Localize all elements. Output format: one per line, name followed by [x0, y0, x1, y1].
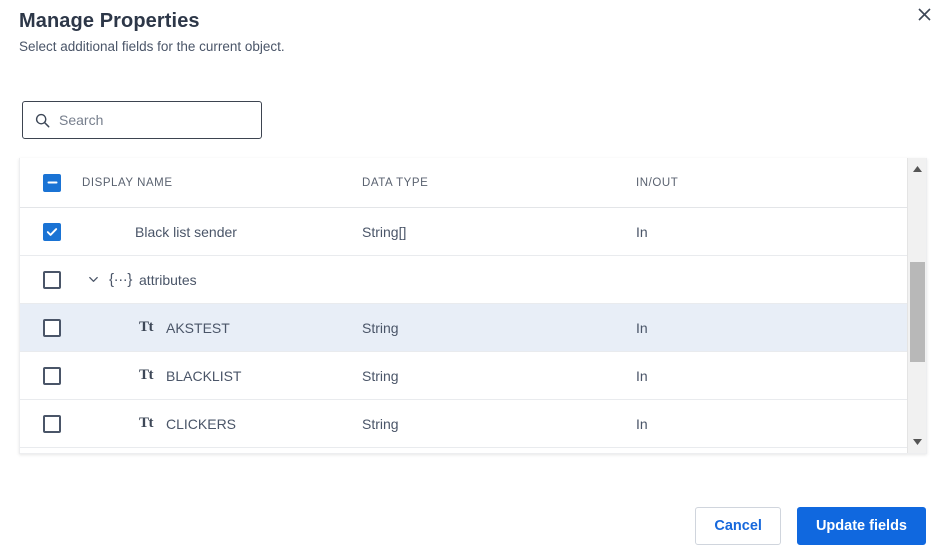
table-body: DISPLAY NAME DATA TYPE IN/OUT Black list… — [20, 158, 908, 453]
row-display-name: Tt CLICKERS — [82, 415, 362, 432]
text-type-icon: Tt — [139, 367, 154, 383]
search-box[interactable] — [22, 101, 262, 139]
row-checkbox[interactable] — [43, 270, 61, 289]
dialog-subtitle: Select additional fields for the current… — [19, 39, 285, 54]
cancel-button[interactable]: Cancel — [695, 507, 781, 545]
row-display-name: Black list sender — [82, 224, 362, 240]
table-row[interactable]: Tt AKSTEST String In — [20, 304, 908, 352]
row-checkbox[interactable] — [43, 366, 61, 385]
text-type-icon: Tt — [139, 319, 154, 335]
table-row-group[interactable]: {···} attributes — [20, 256, 908, 304]
search-input[interactable] — [59, 109, 261, 131]
row-checkbox-cell[interactable] — [20, 270, 82, 289]
row-checkbox[interactable] — [43, 318, 61, 337]
close-dialog-button[interactable] — [909, 0, 939, 28]
row-checkbox-cell[interactable] — [20, 414, 82, 433]
row-data-type: String — [362, 319, 399, 336]
row-in-out: In — [636, 367, 648, 384]
table-scrollbar[interactable] — [907, 158, 926, 453]
row-display-name: Tt AKSTEST — [82, 319, 362, 336]
table-header-row: DISPLAY NAME DATA TYPE IN/OUT — [20, 158, 908, 208]
scrollbar-thumb[interactable] — [910, 262, 925, 362]
update-fields-button[interactable]: Update fields — [796, 507, 926, 545]
scroll-down-arrow-icon[interactable] — [908, 433, 926, 451]
column-header-in-out: IN/OUT — [636, 176, 679, 189]
table-row[interactable]: Tt BLACKLIST String In — [20, 352, 908, 400]
table-row[interactable]: Tt CLICKERS String In — [20, 400, 908, 448]
select-all-checkbox[interactable] — [43, 173, 61, 192]
dialog-header: Manage Properties Select additional fiel… — [19, 8, 899, 57]
row-label: CLICKERS — [166, 415, 237, 432]
column-header-display-name: DISPLAY NAME — [82, 176, 173, 189]
row-in-out: In — [636, 223, 648, 240]
row-label: BLACKLIST — [166, 367, 242, 384]
row-checkbox-cell[interactable] — [20, 366, 82, 385]
row-data-type: String — [362, 415, 399, 432]
row-checkbox-cell[interactable] — [20, 222, 82, 241]
row-data-type: String[] — [362, 223, 407, 240]
row-data-type: String — [362, 367, 399, 384]
row-checkbox-cell[interactable] — [20, 318, 82, 337]
scroll-up-arrow-icon[interactable] — [908, 160, 926, 178]
row-label: Black list sender — [135, 223, 237, 240]
select-all-cell[interactable] — [20, 173, 82, 192]
properties-table: DISPLAY NAME DATA TYPE IN/OUT Black list… — [19, 158, 927, 454]
table-row[interactable]: Black list sender String[] In — [20, 208, 908, 256]
row-display-name: Tt BLACKLIST — [82, 367, 362, 384]
object-braces-icon: {···} — [109, 271, 133, 288]
search-icon — [34, 112, 50, 128]
row-checkbox[interactable] — [43, 222, 61, 241]
dialog-footer: Cancel Update fields — [695, 507, 926, 545]
chevron-down-icon[interactable] — [86, 273, 100, 287]
text-type-icon: Tt — [139, 415, 154, 431]
row-checkbox[interactable] — [43, 414, 61, 433]
row-label: attributes — [139, 271, 197, 288]
column-header-data-type: DATA TYPE — [362, 176, 429, 189]
page-title: Manage Properties — [19, 10, 200, 32]
row-display-name: {···} attributes — [82, 271, 362, 288]
close-icon — [917, 7, 931, 21]
row-label: AKSTEST — [166, 319, 230, 336]
row-in-out: In — [636, 415, 648, 432]
row-in-out: In — [636, 319, 648, 336]
